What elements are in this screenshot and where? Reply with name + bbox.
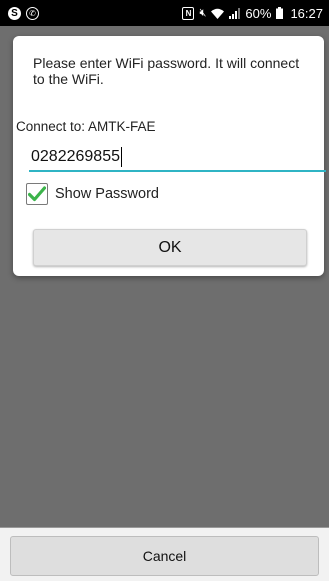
battery-icon [276,7,284,19]
password-input[interactable]: 0282269855 [29,144,326,172]
show-password-row[interactable]: Show Password [26,182,159,206]
show-password-checkbox[interactable] [26,183,48,205]
ok-button[interactable]: OK [33,229,307,266]
checkmark-icon [28,186,46,202]
whatsapp-icon: ✆ [26,6,39,20]
nfc-icon: N [182,6,195,20]
dialog-message: Please enter WiFi password. It will conn… [33,55,300,87]
signal-icon [229,7,241,19]
skype-icon: S [8,6,21,20]
status-right: N 🔇︎ 60% 16:27 [182,6,323,21]
status-left: S ✆ [8,6,39,20]
text-cursor [120,147,123,167]
mute-icon: 🔇︎ [199,6,207,19]
wifi-password-dialog: Please enter WiFi password. It will conn… [13,36,326,276]
show-password-label: Show Password [55,186,159,202]
password-value: 0282269855 [31,148,120,165]
cancel-button[interactable]: Cancel [10,536,319,576]
connect-to-label: Connect to: AMTK-FAE [16,119,156,134]
wifi-icon [211,8,225,19]
bottom-bar: Cancel [0,527,329,581]
battery-percentage: 60% [245,5,272,21]
status-bar: S ✆ N 🔇︎ 60% 16:27 [0,0,329,26]
clock: 16:27 [290,5,323,21]
